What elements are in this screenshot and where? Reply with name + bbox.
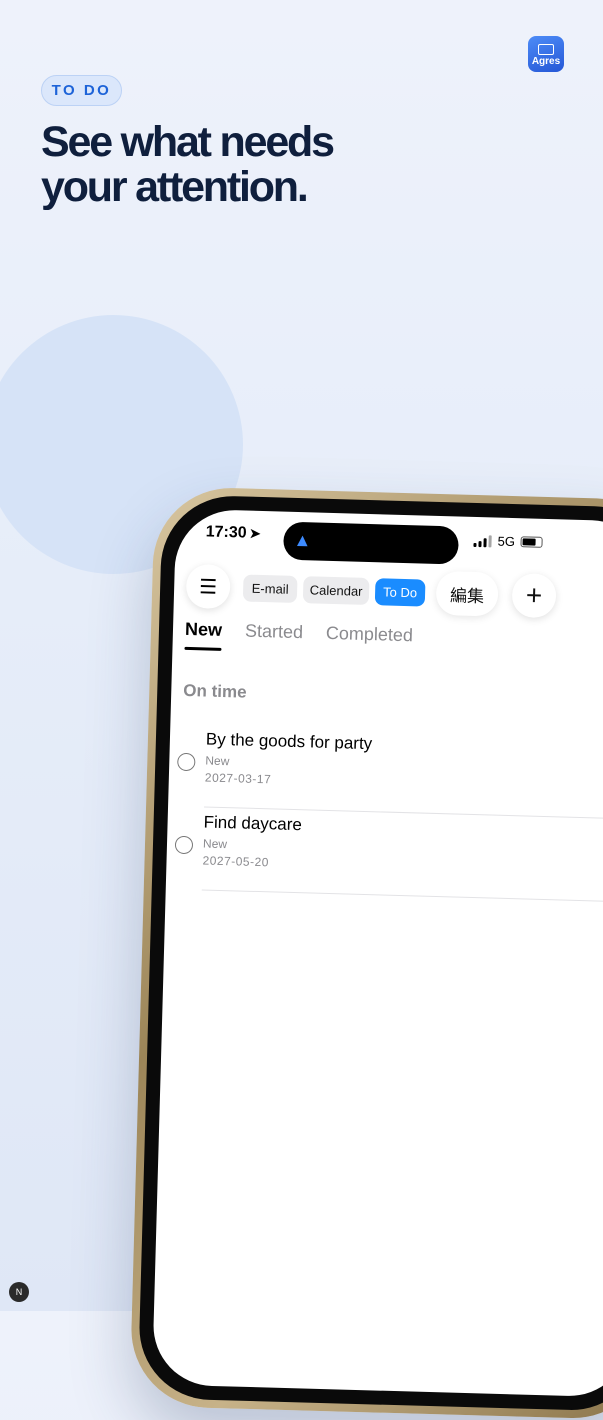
todo-status: New (205, 753, 230, 769)
corner-badge: N (9, 1282, 29, 1302)
plus-icon: + (525, 579, 543, 611)
phone-screen: 17:30 ➤ ▲ 5G ☰ E-mail Calendar To Do 編集 +… (151, 508, 603, 1398)
signal-icon (473, 534, 492, 547)
tab-new[interactable]: New (185, 619, 223, 641)
tab-started[interactable]: Started (245, 621, 304, 644)
location-arrow-icon: ➤ (249, 525, 261, 541)
checkbox-circle[interactable] (177, 752, 196, 772)
checkbox-circle[interactable] (174, 835, 194, 855)
todo-item[interactable]: By the goods for party New 2027-03-17 ✎ (176, 729, 603, 820)
battery-icon (520, 536, 544, 548)
page-headline: See what needs your attention. (41, 120, 401, 210)
dynamic-island: ▲ (282, 521, 459, 565)
section-badge: TO DO (41, 75, 122, 106)
add-button[interactable]: + (511, 573, 557, 619)
todo-date: 2027-03-17 (204, 770, 272, 787)
envelope-icon (538, 44, 554, 55)
chip-todo[interactable]: To Do (374, 578, 426, 607)
app-logo: Agres (528, 36, 564, 72)
headline-line-1: See what needs (41, 118, 335, 166)
todo-date: 2027-05-20 (202, 853, 270, 870)
edit-button[interactable]: 編集 (435, 570, 499, 617)
menu-button[interactable]: ☰ (185, 563, 231, 610)
status-time: 17:30 ➤ (205, 523, 260, 543)
todo-status: New (202, 836, 228, 852)
app-logo-label: Agres (531, 56, 561, 67)
headline-line-2: your attention. (41, 163, 309, 211)
chip-email[interactable]: E-mail (242, 574, 298, 604)
network-label: 5G (497, 533, 516, 550)
tab-completed[interactable]: Completed (326, 623, 414, 646)
navigation-icon: ▲ (293, 529, 312, 551)
divider (201, 889, 603, 903)
top-toolbar: ☰ E-mail Calendar To Do 編集 + (185, 563, 603, 621)
todo-title: Find daycare (203, 812, 303, 835)
status-time-label: 17:30 (205, 523, 247, 542)
status-indicators: 5G (473, 533, 544, 550)
hamburger-icon: ☰ (198, 575, 218, 599)
phone-mockup: 17:30 ➤ ▲ 5G ☰ E-mail Calendar To Do 編集 +… (129, 486, 603, 1420)
todo-item[interactable]: Find daycare New 2027-05-20 ✎ (174, 812, 603, 903)
chip-calendar[interactable]: Calendar (302, 576, 370, 606)
section-title: On time (183, 680, 247, 702)
status-tabs: New Started Completed (184, 619, 603, 668)
todo-title: By the goods for party (205, 729, 373, 754)
